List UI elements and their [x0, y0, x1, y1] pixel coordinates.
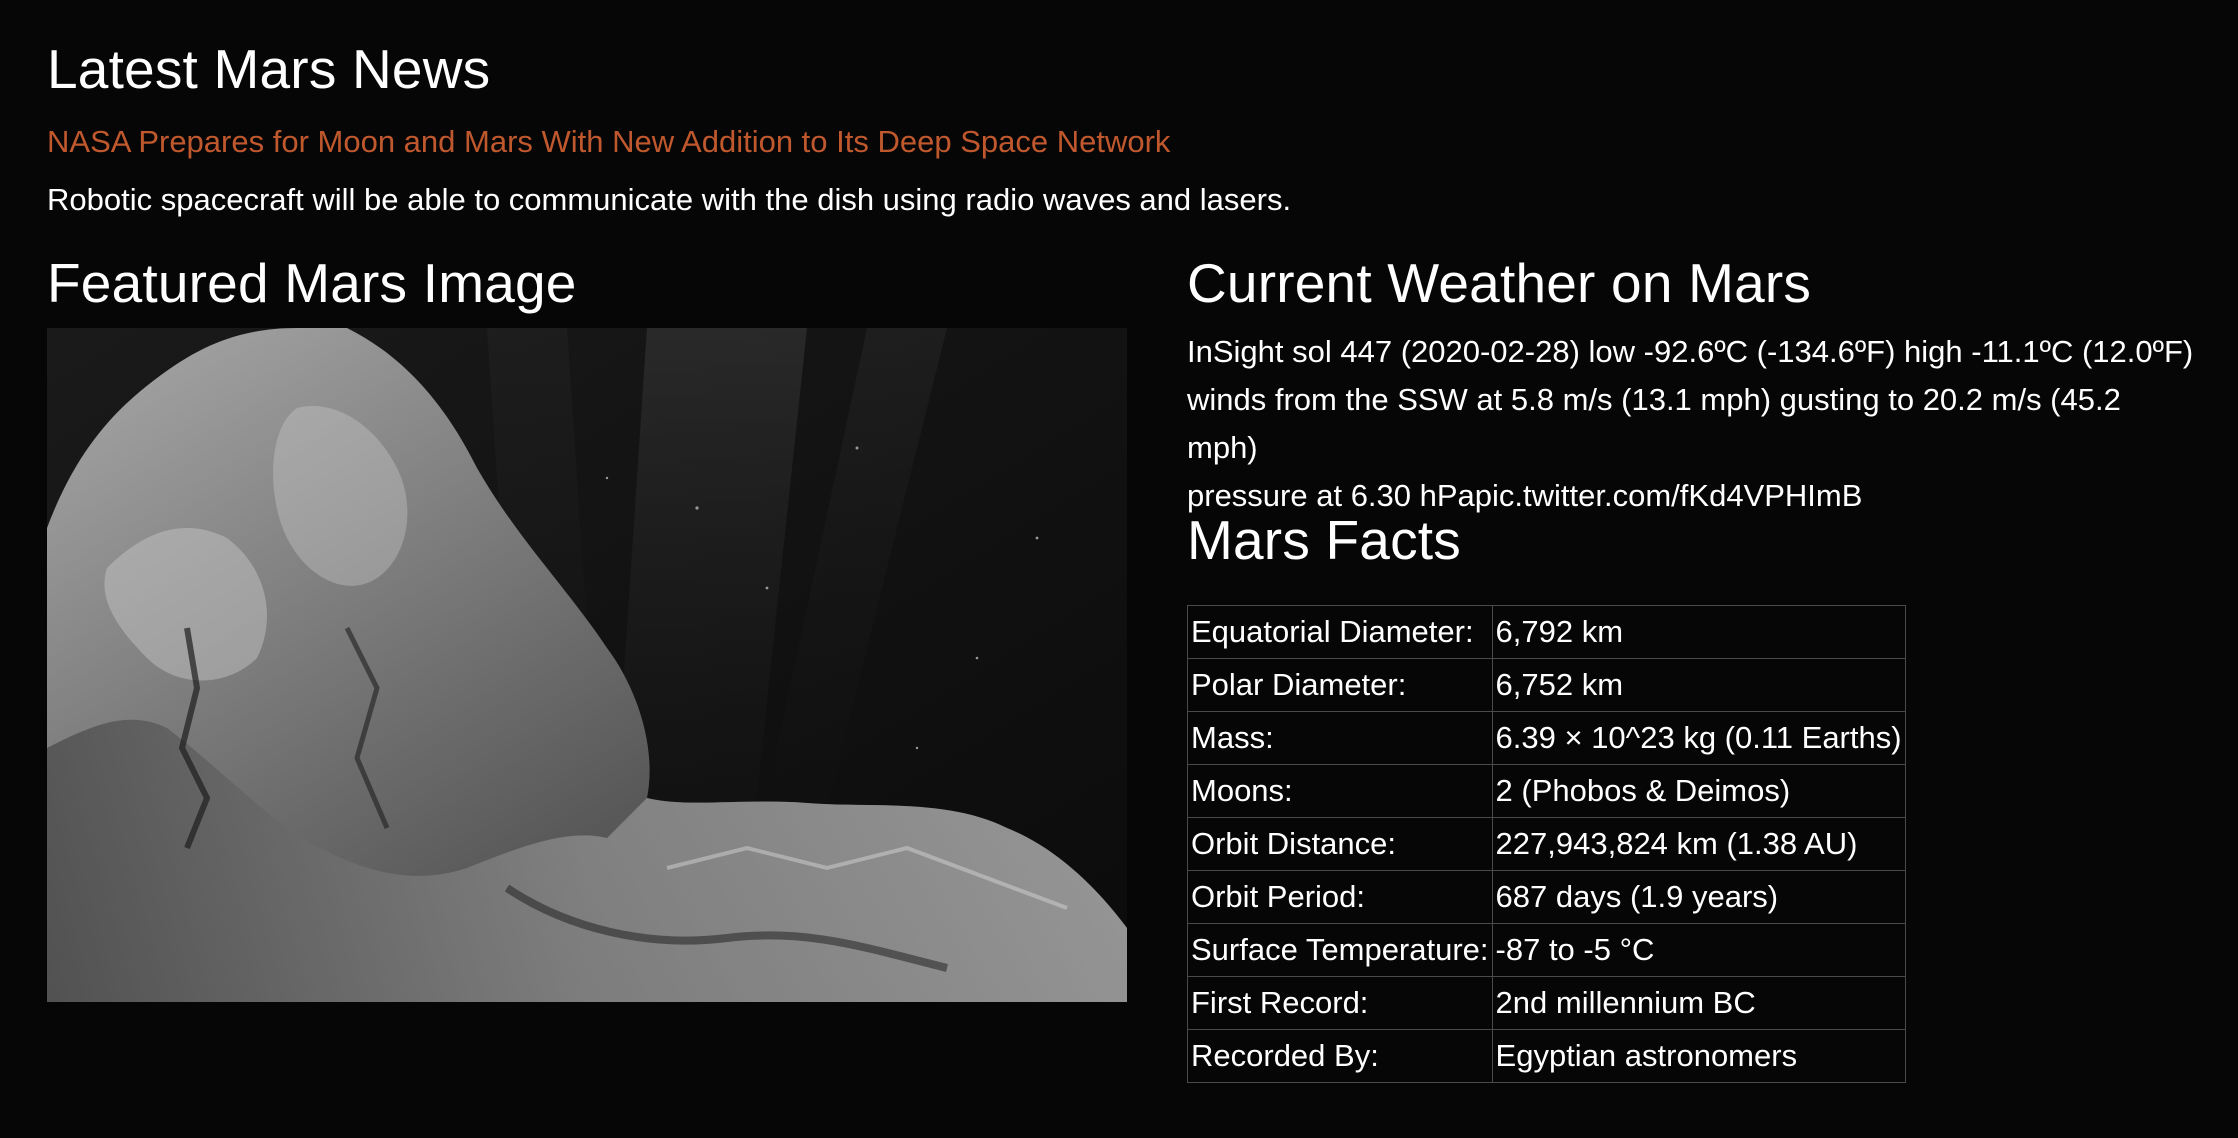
featured-image-title: Featured Mars Image — [47, 252, 577, 314]
fact-value: -87 to -5 °C — [1491, 923, 1906, 977]
news-section-title: Latest Mars News — [47, 38, 491, 100]
facts-title: Mars Facts — [1187, 509, 1461, 571]
fact-value: 6,792 km — [1491, 605, 1906, 659]
table-row: Moons: 2 (Phobos & Deimos) — [1187, 764, 1906, 818]
fact-label: Moons: — [1187, 764, 1493, 818]
fact-value: 2nd millennium BC — [1491, 976, 1906, 1030]
fact-value: Egyptian astronomers — [1491, 1029, 1906, 1083]
weather-report: InSight sol 447 (2020-02-28) low -92.6ºC… — [1187, 328, 2197, 520]
fact-label: Surface Temperature: — [1187, 923, 1493, 977]
featured-image-section: Featured Mars Image — [47, 250, 1129, 1002]
news-headline-link[interactable]: NASA Prepares for Moon and Mars With New… — [47, 122, 2197, 162]
facts-section: Mars Facts Equatorial Diameter: 6,792 km… — [1187, 507, 2197, 1083]
fact-label: Mass: — [1187, 711, 1493, 765]
facts-table: Equatorial Diameter: 6,792 km Polar Diam… — [1187, 605, 1906, 1083]
fact-label: Orbit Period: — [1187, 870, 1493, 924]
weather-section: Current Weather on Mars InSight sol 447 … — [1187, 250, 2197, 520]
fact-label: Polar Diameter: — [1187, 658, 1493, 712]
fact-value: 227,943,824 km (1.38 AU) — [1491, 817, 1906, 871]
fact-value: 687 days (1.9 years) — [1491, 870, 1906, 924]
table-row: Surface Temperature: -87 to -5 °C — [1187, 923, 1906, 977]
table-row: Polar Diameter: 6,752 km — [1187, 658, 1906, 712]
weather-title: Current Weather on Mars — [1187, 252, 1812, 314]
table-row: Mass: 6.39 × 10^23 kg (0.11 Earths) — [1187, 711, 1906, 765]
table-row: Orbit Distance: 227,943,824 km (1.38 AU) — [1187, 817, 1906, 871]
news-teaser: Robotic spacecraft will be able to commu… — [47, 182, 1292, 217]
fact-value: 2 (Phobos & Deimos) — [1491, 764, 1906, 818]
table-row: Recorded By: Egyptian astronomers — [1187, 1029, 1906, 1083]
fact-label: First Record: — [1187, 976, 1493, 1030]
weather-line-wind: winds from the SSW at 5.8 m/s (13.1 mph)… — [1187, 382, 2121, 465]
comet-photo-illustration — [47, 328, 1127, 1002]
table-row: First Record: 2nd millennium BC — [1187, 976, 1906, 1030]
fact-label: Equatorial Diameter: — [1187, 605, 1493, 659]
fact-label: Recorded By: — [1187, 1029, 1493, 1083]
fact-label: Orbit Distance: — [1187, 817, 1493, 871]
fact-value: 6.39 × 10^23 kg (0.11 Earths) — [1491, 711, 1906, 765]
fact-value: 6,752 km — [1491, 658, 1906, 712]
table-row: Orbit Period: 687 days (1.9 years) — [1187, 870, 1906, 924]
weather-line-temperature: InSight sol 447 (2020-02-28) low -92.6ºC… — [1187, 334, 2194, 369]
news-section: Latest Mars News NASA Prepares for Moon … — [47, 36, 2197, 220]
featured-image[interactable] — [47, 328, 1127, 1002]
table-row: Equatorial Diameter: 6,792 km — [1187, 605, 1906, 659]
